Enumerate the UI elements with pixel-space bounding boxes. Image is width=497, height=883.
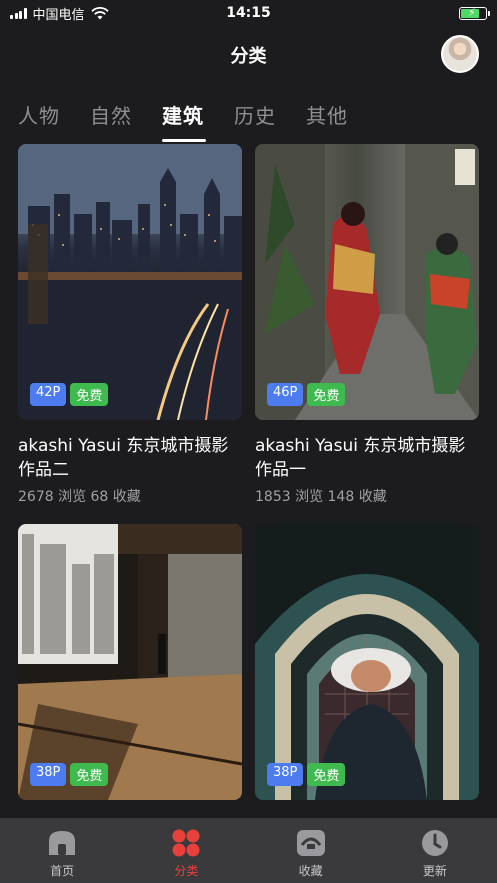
album-title-line1: akashi Yasui 东京城市摄影 — [18, 436, 229, 456]
category-tabs: 人物 自然 建筑 历史 其他 — [18, 96, 378, 146]
album-title[interactable]: akashi Yasui 东京城市摄影 作品二 — [18, 434, 242, 482]
battery-icon: ⚡ — [459, 6, 490, 20]
tabbar-label: 更新 — [422, 864, 447, 878]
tab-people[interactable]: 人物 — [18, 96, 90, 146]
tabbar-label: 收藏 — [298, 864, 323, 878]
album-stats: 2678 浏览 68 收藏 — [18, 489, 141, 505]
tab-other[interactable]: 其他 — [306, 96, 378, 146]
free-badge: 免费 — [70, 763, 109, 786]
free-badge: 免费 — [307, 763, 346, 786]
badges: 38P 免费 — [267, 763, 346, 786]
page-title: 分类 — [230, 46, 267, 67]
album-card[interactable]: 38P 免费 — [18, 524, 242, 800]
badges: 42P 免费 — [30, 383, 109, 406]
album-cover-image[interactable]: 38P 免费 — [18, 524, 242, 800]
album-title[interactable]: akashi Yasui 东京城市摄影 作品一 — [255, 434, 479, 482]
album-card[interactable]: 42P 免费 akashi Yasui 东京城市摄影 作品二 2678 浏览 6… — [18, 144, 242, 506]
status-left: 中国电信 — [10, 4, 109, 23]
archway-portrait-illustration — [255, 524, 479, 800]
status-bar: 中国电信 14:15 ⚡ — [0, 0, 497, 26]
album-title-line2: 作品一 — [255, 460, 306, 480]
tab-architecture-label: 建筑 — [162, 104, 204, 128]
favorites-icon — [295, 828, 327, 858]
photo-count-badge: 38P — [30, 763, 67, 786]
header: 分类 — [0, 30, 497, 78]
city-skyline-illustration — [18, 144, 242, 420]
tab-architecture[interactable]: 建筑 — [162, 96, 234, 146]
tab-nature[interactable]: 自然 — [90, 96, 162, 146]
clock-icon — [419, 828, 451, 858]
badges: 46P 免费 — [267, 383, 346, 406]
album-card[interactable]: 38P 免费 — [255, 524, 479, 800]
album-title-line1: akashi Yasui 东京城市摄影 — [255, 436, 466, 456]
tabbar-item-category[interactable]: 分类 — [136, 828, 236, 883]
glass-reflection-illustration — [18, 524, 242, 800]
carrier-label: 中国电信 — [32, 7, 85, 23]
tab-history[interactable]: 历史 — [234, 96, 306, 146]
album-cover-image[interactable]: 38P 免费 — [255, 524, 479, 800]
avatar[interactable] — [441, 35, 479, 73]
bottom-tab-bar: 首页 分类 收藏 更新 — [0, 818, 497, 883]
tabbar-label: 分类 — [174, 864, 199, 878]
home-icon — [46, 828, 78, 858]
tab-active-indicator — [162, 139, 206, 142]
tabbar-item-updates[interactable]: 更新 — [385, 828, 485, 883]
tabbar-item-favorites[interactable]: 收藏 — [261, 828, 361, 883]
signal-icon — [10, 7, 27, 19]
album-title-line2: 作品二 — [18, 460, 69, 480]
album-card[interactable]: 46P 免费 akashi Yasui 东京城市摄影 作品一 1853 浏览 1… — [255, 144, 479, 506]
album-cover-image[interactable]: 46P 免费 — [255, 144, 479, 420]
photo-count-badge: 46P — [267, 383, 304, 406]
album-stats: 1853 浏览 148 收藏 — [255, 489, 387, 505]
badges: 38P 免费 — [30, 763, 109, 786]
photo-count-badge: 42P — [30, 383, 67, 406]
photo-count-badge: 38P — [267, 763, 304, 786]
tabbar-item-home[interactable]: 首页 — [12, 828, 112, 883]
free-badge: 免费 — [307, 383, 346, 406]
tabbar-label: 首页 — [50, 864, 75, 878]
category-grid-icon — [170, 828, 202, 858]
free-badge: 免费 — [70, 383, 109, 406]
street-geisha-illustration — [255, 144, 479, 420]
wifi-icon — [90, 6, 109, 19]
album-cover-image[interactable]: 42P 免费 — [18, 144, 242, 420]
